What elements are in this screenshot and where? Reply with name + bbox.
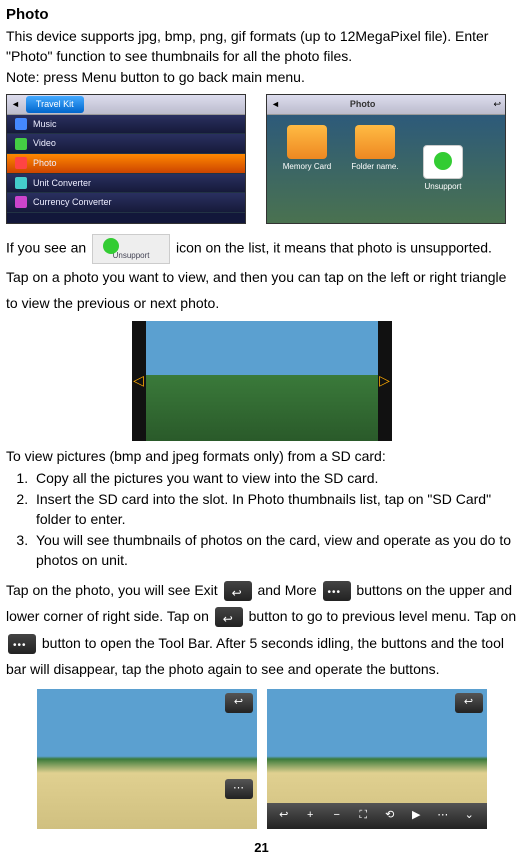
thumb-label: Folder name. [351,161,398,172]
tool-fullscreen-icon: ⛶ [353,807,373,825]
page-heading: Photo [6,4,517,25]
thumbnail-grid: Memory Card Folder name. Unsupport [267,115,505,223]
exit-corner-button: ↩ [225,693,253,713]
thumb-memory-card: Memory Card [277,125,337,185]
menu-label: Unit Converter [33,177,91,190]
menu-item-unit-converter: Unit Converter [7,174,245,194]
menu-item-video: Video [7,134,245,154]
text-fragment: Tap on the photo, you will see Exit [6,582,222,598]
exit-button-icon [215,607,243,627]
photo-content [146,321,378,441]
step-2: Insert the SD card into the slot. In Pho… [32,490,517,529]
thumb-label: Unsupport [425,181,462,192]
tool-more-icon: ⋯ [433,807,453,825]
next-arrow-icon: ▷ [378,321,392,441]
exit-button-icon [224,581,252,601]
tool-play-icon: ▶ [406,807,426,825]
music-icon [15,118,27,130]
photo-content [37,689,257,829]
folder-icon [355,125,395,159]
photo-viewer-screenshot: ◁ ▷ [132,321,392,441]
menu-list: Music Video Photo Unit Converter Currenc… [7,115,245,223]
unsupport-paragraph: If you see an Unsupport icon on the list… [6,234,517,317]
photo-toolbar: ↩ + − ⛶ ⟲ ▶ ⋯ ⌄ [267,803,487,829]
back-icon: ◄ [11,98,20,111]
more-button-icon [323,581,351,601]
toolbar-tab-label: Travel Kit [26,96,84,113]
screenshot-viewer-toolbar: ↩ ↩ + − ⛶ ⟲ ▶ ⋯ ⌄ [267,689,487,829]
currency-icon [15,196,27,208]
text-fragment: button to open the Tool Bar. After 5 sec… [6,635,504,678]
intro-paragraph-2: Note: press Menu button to go back main … [6,68,517,88]
video-icon [15,138,27,150]
menu-label: Music [33,118,57,131]
screenshots-row-bottom: ↩ ⋯ ↩ ↩ + − ⛶ ⟲ ▶ ⋯ ⌄ [6,689,517,829]
tool-zoom-in-icon: + [300,807,320,825]
screenshot-toolbar: ◄ Travel Kit [7,95,245,115]
text-fragment: and More [257,582,320,598]
tool-rotate-icon: ⟲ [380,807,400,825]
return-icon: ↩ [493,98,501,111]
prev-arrow-icon: ◁ [132,321,146,441]
thumb-label: Memory Card [283,161,331,172]
intro-paragraph-1: This device supports jpg, bmp, png, gif … [6,27,517,66]
menu-item-currency-converter: Currency Converter [7,193,245,213]
menu-label: Currency Converter [33,196,112,209]
screenshot-viewer-buttons: ↩ ⋯ [37,689,257,829]
unsupport-icon [423,145,463,179]
toolbar-title: Photo [350,98,376,111]
back-icon: ◄ [271,98,280,111]
menu-label: Photo [33,157,57,170]
step-3: You will see thumbnails of photos on the… [32,531,517,570]
exit-corner-button: ↩ [455,693,483,713]
screenshot-travel-kit: ◄ Travel Kit Music Video Photo Unit Conv… [6,94,246,224]
tool-back-icon: ↩ [274,807,294,825]
thumb-unsupport: Unsupport [413,145,473,205]
thumb-folder: Folder name. [345,125,405,185]
photo-icon [15,157,27,169]
sd-card-steps: Copy all the pictures you want to view i… [6,469,517,571]
unsupport-inline-icon: Unsupport [92,234,170,264]
tool-zoom-out-icon: − [327,807,347,825]
unsupport-inline-label: Unsupport [93,248,169,263]
folder-icon [287,125,327,159]
more-corner-button: ⋯ [225,779,253,799]
menu-item-music: Music [7,115,245,135]
screenshot-toolbar: ◄ Photo ↩ [267,95,505,115]
page-number: 21 [6,839,517,857]
text-fragment: button to go to previous level menu. Tap… [249,608,516,624]
sd-card-intro: To view pictures (bmp and jpeg formats o… [6,447,517,467]
screenshots-row-top: ◄ Travel Kit Music Video Photo Unit Conv… [6,94,517,224]
menu-item-photo: Photo [7,154,245,174]
tool-collapse-icon: ⌄ [459,807,479,825]
step-1: Copy all the pictures you want to view i… [32,469,517,489]
screenshot-photo-thumbs: ◄ Photo ↩ Memory Card Folder name. Unsup… [266,94,506,224]
exit-more-paragraph: Tap on the photo, you will see Exit and … [6,577,517,683]
menu-label: Video [33,137,56,150]
text-fragment: If you see an [6,239,90,255]
unit-icon [15,177,27,189]
more-button-icon [8,634,36,654]
